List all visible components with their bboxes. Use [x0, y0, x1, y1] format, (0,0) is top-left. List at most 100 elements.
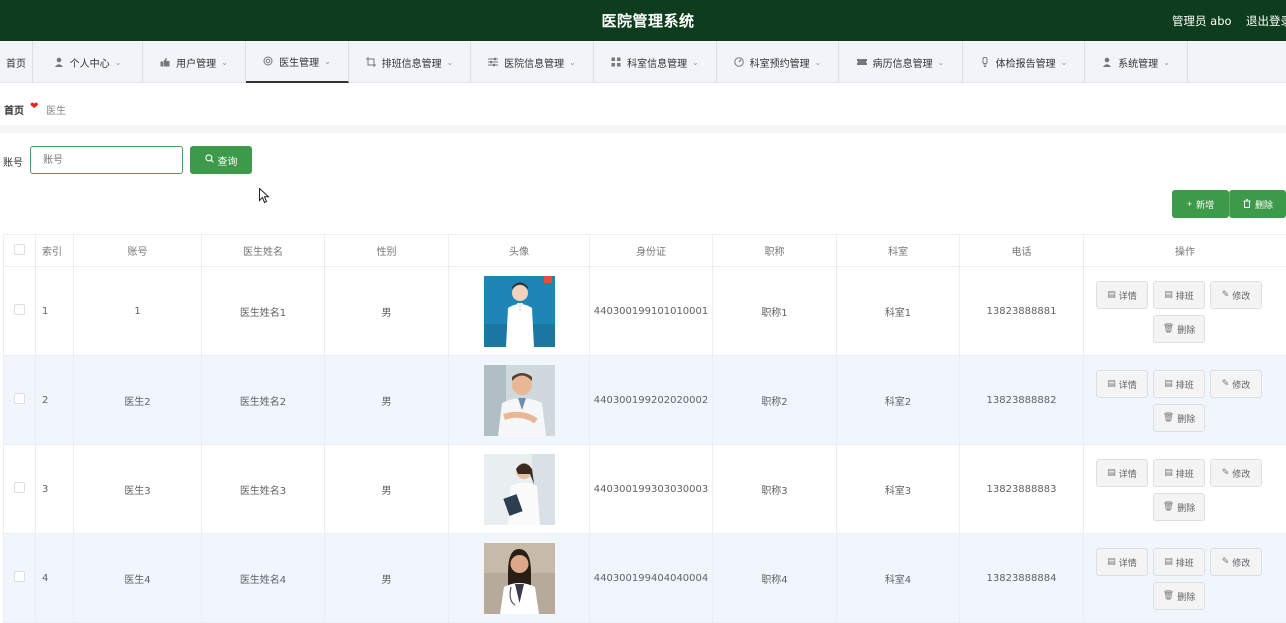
department-cell: 科室1 [837, 267, 960, 356]
nav-item-personal-center[interactable]: 个人中心 ⌄ [33, 41, 143, 83]
edit-button[interactable]: ✎修改 [1210, 281, 1262, 309]
doctor-name-cell: 医生姓名3 [202, 445, 325, 534]
row-checkbox[interactable] [14, 482, 25, 493]
row-checkbox[interactable] [14, 304, 25, 315]
batch-delete-button[interactable]: 删除 [1229, 190, 1286, 218]
index-cell: 1 [36, 267, 74, 356]
heart-icon: ❤ [30, 101, 38, 112]
nav-item-hospital-info[interactable]: 医院信息管理 ⌄ [471, 41, 594, 83]
edit-button[interactable]: ✎修改 [1210, 459, 1262, 487]
column-header: 头像 [449, 235, 590, 267]
nav-item-label: 个人中心 [70, 55, 110, 70]
person-icon [1102, 57, 1112, 67]
account-cell: 1 [74, 267, 202, 356]
detail-button[interactable]: ▤详情 [1096, 281, 1148, 309]
add-button-label: 新增 [1196, 198, 1214, 211]
nav-item-schedule-management[interactable]: 排班信息管理 ⌄ [349, 41, 471, 83]
chevron-down-icon: ⌄ [692, 58, 699, 67]
search-input[interactable] [30, 146, 183, 174]
search-label: 账号 [3, 154, 23, 169]
schedule-button[interactable]: ▤排班 [1153, 459, 1205, 487]
main-nav: 首页 个人中心 ⌄ 用户管理 ⌄ 医生管理 ⌄ 排班信息管理 ⌄ 医院信息管理 … [0, 41, 1286, 83]
ticket-icon [857, 57, 867, 67]
nav-item-label: 病历信息管理 [873, 55, 933, 70]
logout-button[interactable]: 退出登录 [1246, 13, 1286, 29]
delete-button[interactable]: 🗑删除 [1153, 582, 1205, 610]
avatar-cell [449, 534, 590, 623]
nav-item-home[interactable]: 首页 [0, 41, 33, 83]
nav-item-doctor-management[interactable]: 医生管理 ⌄ [246, 41, 349, 83]
column-header: 职称 [713, 235, 837, 267]
chevron-down-icon: ⌄ [447, 58, 454, 67]
add-button[interactable]: + 新增 [1172, 190, 1229, 218]
chevron-down-icon: ⌄ [1061, 58, 1068, 67]
nav-item-label: 系统管理 [1118, 55, 1158, 70]
trash-icon: 🗑 [1163, 502, 1174, 512]
schedule-button[interactable]: ▤排班 [1153, 548, 1205, 576]
avatar-cell [449, 445, 590, 534]
plus-icon: + [1187, 199, 1192, 209]
column-header: 科室 [837, 235, 960, 267]
department-cell: 科室4 [837, 534, 960, 623]
gender-cell: 男 [325, 267, 449, 356]
column-header: 身份证 [590, 235, 713, 267]
column-header: 操作 [1084, 235, 1286, 267]
nav-item-label: 排班信息管理 [382, 55, 442, 70]
detail-button[interactable]: ▤详情 [1096, 370, 1148, 398]
trash-icon: 🗑 [1163, 591, 1174, 601]
delete-button[interactable]: 🗑删除 [1153, 493, 1205, 521]
edit-button[interactable]: ✎修改 [1210, 548, 1262, 576]
avatar-cell [449, 356, 590, 445]
department-cell: 科室2 [837, 356, 960, 445]
nav-item-appointment[interactable]: 科室预约管理 ⌄ [717, 41, 839, 83]
schedule-button[interactable]: ▤排班 [1153, 281, 1205, 309]
trash-icon [1243, 199, 1251, 210]
breadcrumb-home[interactable]: 首页 [4, 102, 24, 117]
query-button-label: 查询 [218, 153, 238, 168]
edit-label: 修改 [1232, 556, 1250, 569]
calendar-icon: ▤ [1164, 379, 1173, 389]
job-title-cell: 职称3 [713, 445, 837, 534]
nav-item-user-management[interactable]: 用户管理 ⌄ [143, 41, 246, 83]
nav-item-medical-records[interactable]: 病历信息管理 ⌄ [839, 41, 963, 83]
select-all-checkbox[interactable] [14, 244, 25, 255]
detail-label: 详情 [1119, 289, 1137, 302]
table-row: 1 1 医生姓名1 男 440300199101010001 职称1 科室1 1… [4, 267, 1286, 356]
nav-item-system-management[interactable]: 系统管理 ⌄ [1085, 41, 1188, 83]
account-cell: 医生4 [74, 534, 202, 623]
top-bar: 医院管理系统 管理员 abo 退出登录 [0, 0, 1286, 41]
table-row: 2 医生2 医生姓名2 男 440300199202020002 职称2 科室2… [4, 356, 1286, 445]
nav-item-label: 用户管理 [176, 55, 216, 70]
query-button[interactable]: 查询 [190, 146, 252, 174]
circle-icon [263, 56, 273, 66]
document-icon: ▤ [1107, 468, 1116, 478]
delete-button[interactable]: 🗑删除 [1153, 315, 1205, 343]
row-select-cell [4, 534, 36, 623]
actions-cell: ▤详情 ▤排班 ✎修改 🗑删除 [1084, 534, 1286, 623]
detail-button[interactable]: ▤详情 [1096, 548, 1148, 576]
account-cell: 医生2 [74, 356, 202, 445]
crop-icon [366, 57, 376, 67]
breadcrumb-current: 医生 [46, 102, 66, 117]
nav-item-checkup-reports[interactable]: 体检报告管理 ⌄ [963, 41, 1085, 83]
document-icon: ▤ [1107, 379, 1116, 389]
actions-cell: ▤详情 ▤排班 ✎修改 🗑删除 [1084, 445, 1286, 534]
grid-icon [611, 57, 621, 67]
department-cell: 科室3 [837, 445, 960, 534]
schedule-label: 排班 [1176, 556, 1194, 569]
table-row: 3 医生3 医生姓名3 男 440300199303030003 职称3 科室3… [4, 445, 1286, 534]
row-checkbox[interactable] [14, 571, 25, 582]
row-checkbox[interactable] [14, 393, 25, 404]
nav-item-department-info[interactable]: 科室信息管理 ⌄ [594, 41, 717, 83]
phone-cell: 13823888882 [960, 356, 1084, 445]
schedule-button[interactable]: ▤排班 [1153, 370, 1205, 398]
bulb-icon [980, 57, 990, 67]
delete-button[interactable]: 🗑删除 [1153, 404, 1205, 432]
doctor-name-cell: 医生姓名2 [202, 356, 325, 445]
pencil-icon: ✎ [1222, 468, 1230, 478]
edit-button[interactable]: ✎修改 [1210, 370, 1262, 398]
edit-label: 修改 [1232, 467, 1250, 480]
row-actions: ▤详情 ▤排班 ✎修改 🗑删除 [1096, 276, 1274, 346]
job-title-cell: 职称4 [713, 534, 837, 623]
detail-button[interactable]: ▤详情 [1096, 459, 1148, 487]
